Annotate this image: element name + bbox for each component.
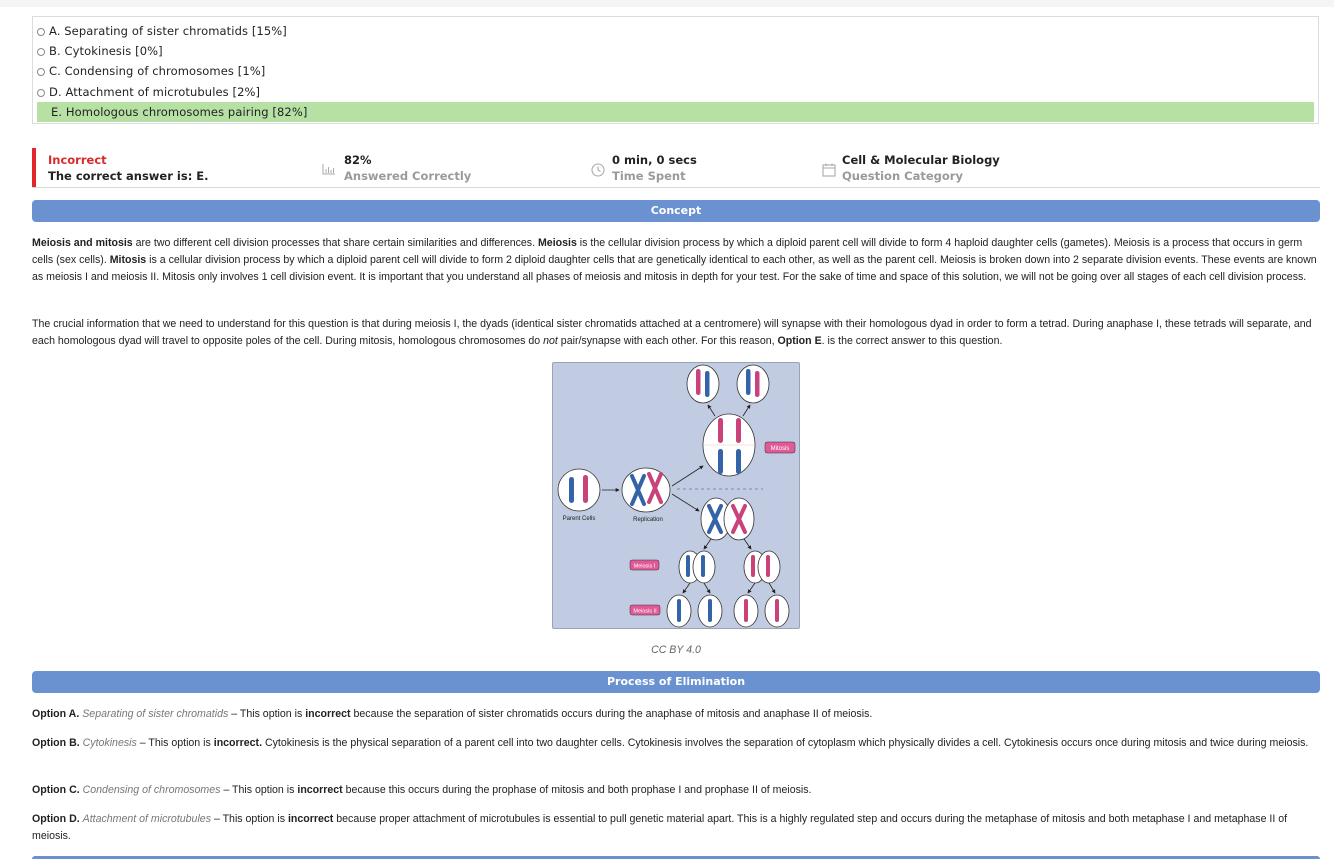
parent-cells-label: Parent Cells xyxy=(563,516,596,522)
chromosome xyxy=(569,477,574,503)
text: because the separation of sister chromat… xyxy=(350,708,873,720)
mitosis-daughter-cell xyxy=(686,364,720,404)
option-e-correct[interactable]: E. Homologous chromosomes pairing [82%] xyxy=(37,102,1314,122)
text: because this occurs during the prophase … xyxy=(342,784,812,796)
option-label: Option B. xyxy=(32,737,80,749)
question-category-label: Question Category xyxy=(842,169,963,183)
option-label: E. Homologous chromosomes pairing [82%] xyxy=(51,105,308,119)
meiosis-1-label: Meiosis I xyxy=(634,564,656,570)
answer-options: A. Separating of sister chromatids [15%]… xyxy=(32,16,1319,124)
text: Cytokinesis is the physical separation o… xyxy=(262,737,1309,749)
concept-header: Concept xyxy=(32,200,1320,222)
elimination-option-c: Option C. Condensing of chromosomes – Th… xyxy=(32,782,1320,799)
bold-term: Meiosis xyxy=(537,237,577,249)
bold-term: Mitosis xyxy=(109,254,147,267)
option-name: Cytokinesis xyxy=(82,737,137,749)
radio-button[interactable] xyxy=(37,68,45,76)
concept-paragraph-1: Meiosis and mitosis are two different ce… xyxy=(32,235,1320,287)
radio-button[interactable] xyxy=(37,28,45,36)
radio-button[interactable] xyxy=(37,89,45,97)
verdict: incorrect xyxy=(297,784,343,796)
bold-term: Option E xyxy=(777,335,822,348)
cell-division-diagram: Parent Cells Replication Mitosis Meiosis… xyxy=(552,362,800,629)
result-stats: Incorrect The correct answer is: E. 82% … xyxy=(32,148,1320,188)
option-label: A. Separating of sister chromatids [15%] xyxy=(49,24,287,38)
option-label: Option C. xyxy=(32,784,80,796)
bold-term: Meiosis and mitosis xyxy=(32,237,133,249)
bar-chart-icon xyxy=(322,164,335,175)
text: is a cellular division process by which … xyxy=(32,254,1317,284)
mitosis-daughter-cell xyxy=(736,364,770,404)
time-spent-label: Time Spent xyxy=(612,169,686,183)
text: . is the correct answer to this question… xyxy=(821,335,1003,348)
mitosis-label: Mitosis xyxy=(771,446,790,452)
elimination-option-d: Option D. Attachment of microtubules – T… xyxy=(32,811,1320,845)
percent-correct-label: Answered Correctly xyxy=(344,169,472,183)
option-label: Option A. xyxy=(32,708,80,720)
time-spent-value: 0 min, 0 secs xyxy=(612,153,697,167)
elimination-header: Process of Elimination xyxy=(32,671,1320,693)
text: pair/synapse with each other. For this r… xyxy=(557,335,778,348)
text: – This option is xyxy=(136,737,214,749)
option-label: B. Cytokinesis [0%] xyxy=(49,44,163,58)
verdict: incorrect xyxy=(305,708,351,720)
result-status: Incorrect xyxy=(48,153,107,167)
incorrect-indicator xyxy=(32,148,36,187)
concept-paragraph-2: The crucial information that we need to … xyxy=(32,316,1320,350)
elimination-option-b: Option B. Cytokinesis – This option is i… xyxy=(32,735,1320,752)
top-bar xyxy=(0,0,1334,7)
option-b[interactable]: B. Cytokinesis [0%] xyxy=(37,41,163,61)
meiosis-2-label: Meiosis II xyxy=(633,609,657,615)
calendar-icon xyxy=(822,163,836,177)
question-category-value: Cell & Molecular Biology xyxy=(842,153,1000,167)
option-a[interactable]: A. Separating of sister chromatids [15%] xyxy=(37,21,287,41)
clock-icon xyxy=(591,163,605,177)
replication-label: Replication xyxy=(633,517,663,523)
elimination-option-a: Option A. Separating of sister chromatid… xyxy=(32,706,1320,723)
parent-cell xyxy=(557,468,601,512)
correct-answer-text: The correct answer is: E. xyxy=(48,169,209,183)
option-c[interactable]: C. Condensing of chromosomes [1%] xyxy=(37,61,265,81)
option-name: Condensing of chromosomes xyxy=(82,784,221,796)
option-label: D. Attachment of microtubules [2%] xyxy=(49,85,261,99)
option-name: Separating of sister chromatids xyxy=(82,708,229,720)
emphasis: not xyxy=(543,335,558,348)
verdict: incorrect. xyxy=(213,737,263,749)
chromosome xyxy=(583,475,588,503)
option-label: Option D. xyxy=(32,813,80,825)
verdict: incorrect xyxy=(287,813,334,825)
option-name: Attachment of microtubules xyxy=(82,813,211,825)
meiosis-mitosis-illustration: Parent Cells Replication Mitosis Meiosis… xyxy=(557,364,796,628)
text: – This option is xyxy=(220,784,298,796)
radio-button[interactable] xyxy=(37,48,45,56)
text: are two different cell division processe… xyxy=(132,237,538,249)
text: – This option is xyxy=(228,708,306,720)
option-d[interactable]: D. Attachment of microtubules [2%] xyxy=(37,82,260,102)
text: – This option is xyxy=(211,813,288,825)
percent-correct-value: 82% xyxy=(344,153,372,167)
figure-caption: CC BY 4.0 xyxy=(651,644,701,656)
option-label: C. Condensing of chromosomes [1%] xyxy=(49,64,266,78)
